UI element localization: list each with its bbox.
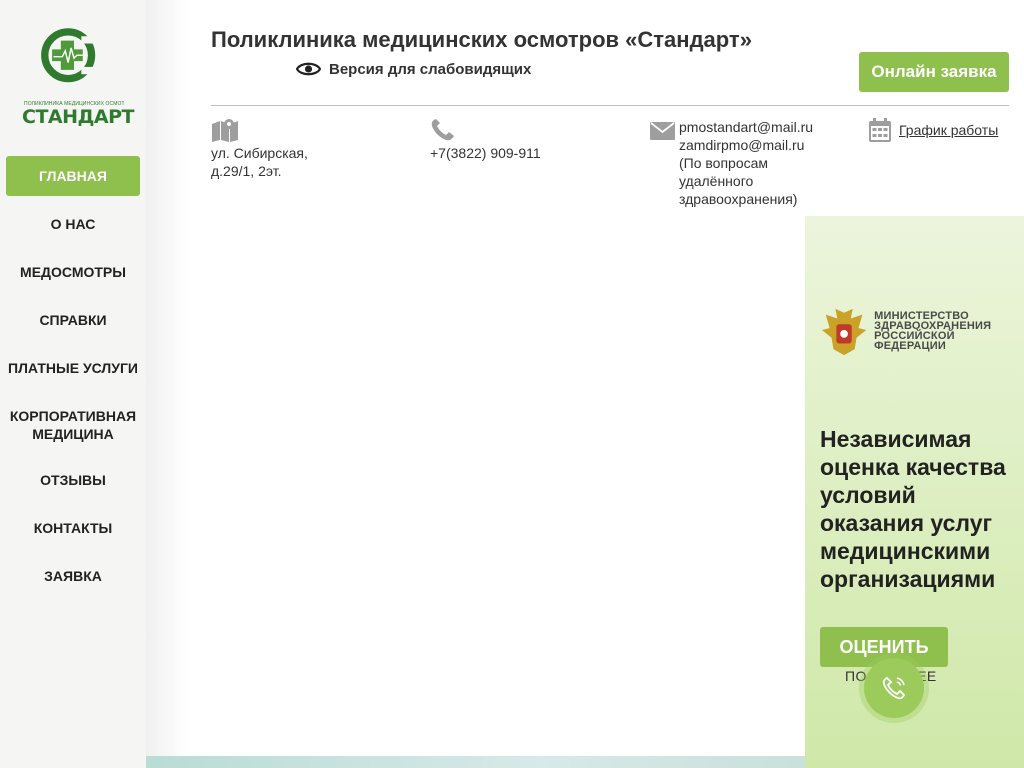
phone-number-link[interactable]: +7(3822) 909-911 <box>430 144 541 162</box>
schedule-block: График работы <box>869 118 998 142</box>
calendar-icon <box>869 118 891 142</box>
nav-item-medical-exams[interactable]: МЕДОСМОТРЫ <box>6 252 140 292</box>
nav-item-label: ОТЗЫВЫ <box>40 472 106 488</box>
nav-item-label: ПЛАТНЫЕ УСЛУГИ <box>8 360 138 376</box>
sidebar: ПОЛИКЛИНИКА МЕДИЦИНСКИХ ОСМОТРОВ СТАНДАР… <box>0 0 146 768</box>
nav-item-paid-services[interactable]: ПЛАТНЫЕ УСЛУГИ <box>6 348 140 388</box>
phone-call-icon <box>882 676 906 700</box>
nav-item-label: ГЛАВНАЯ <box>39 168 107 184</box>
eye-icon <box>296 62 321 76</box>
address-line-2: д.29/1, 2эт. <box>211 163 282 179</box>
low-vision-toggle[interactable]: Версия для слабовидящих <box>296 60 531 78</box>
nav-item-contacts[interactable]: КОНТАКТЫ <box>6 508 140 548</box>
ministry-logo[interactable]: МИНИСТЕРСТВО ЗДРАВООХРАНЕНИЯ РОССИЙСКОЙ … <box>820 304 1024 358</box>
hero-banner-edge <box>146 756 805 768</box>
address-line-1: ул. Сибирская, <box>211 145 308 161</box>
coat-of-arms-icon <box>821 308 867 356</box>
callback-button[interactable] <box>864 658 924 718</box>
page-title: Поликлиника медицинских осмотров «Станда… <box>211 27 752 52</box>
ministry-text: МИНИСТЕРСТВО ЗДРАВООХРАНЕНИЯ РОССИЙСКОЙ … <box>874 311 1024 352</box>
phone-icon <box>431 119 454 141</box>
nav-item-reviews[interactable]: ОТЗЫВЫ <box>6 460 140 500</box>
email-block: pmostandart@mail.ru zamdirpmo@mail.ru (П… <box>650 118 813 208</box>
email-link-2[interactable]: zamdirpmo@mail.ru <box>679 136 813 154</box>
map-icon <box>212 119 238 142</box>
nav-item-home[interactable]: ГЛАВНАЯ <box>6 156 140 196</box>
nav-item-label: ЗАЯВКА <box>44 568 102 584</box>
sidebar-shadow <box>146 0 190 768</box>
nav-item-request[interactable]: ЗАЯВКА <box>6 556 140 596</box>
schedule-link[interactable]: График работы <box>899 121 998 139</box>
nav-item-label: КОНТАКТЫ <box>33 520 113 536</box>
logo-name[interactable]: СТАНДАРТ <box>22 106 135 128</box>
nav-item-label: МЕДОСМОТРЫ <box>20 264 126 280</box>
nav-item-label: КОРПОРАТИВНАЯ МЕДИЦИНА <box>9 408 137 442</box>
nav-item-certificates[interactable]: СПРАВКИ <box>6 300 140 340</box>
header-divider <box>211 105 1009 106</box>
logo-icon[interactable] <box>22 26 126 102</box>
nav-item-corporate[interactable]: КОРПОРАТИВНАЯ МЕДИЦИНА <box>6 396 140 454</box>
ministry-line-3: РОССИЙСКОЙ ФЕДЕРАЦИИ <box>874 330 955 352</box>
panel-heading: Независимая оценка качества условий оказ… <box>820 426 1006 592</box>
email-link-1[interactable]: pmostandart@mail.ru <box>679 118 813 136</box>
envelope-icon <box>650 122 675 140</box>
online-request-button[interactable]: Онлайн заявка <box>859 52 1009 92</box>
email-note-line-2: удалённого <box>679 173 754 189</box>
email-note-line-1: (По вопросам <box>679 155 769 171</box>
address-block: ул. Сибирская, д.29/1, 2эт. <box>211 118 308 180</box>
nav-item-label: О НАС <box>50 216 96 232</box>
main-nav: ГЛАВНАЯ О НАС МЕДОСМОТРЫ СПРАВКИ ПЛАТНЫЕ… <box>6 156 140 596</box>
nav-item-about[interactable]: О НАС <box>6 204 140 244</box>
email-note-line-3: здравоохранения) <box>679 191 798 207</box>
nav-item-label: СПРАВКИ <box>39 312 107 328</box>
phone-block: +7(3822) 909-911 <box>430 118 541 162</box>
low-vision-label: Версия для слабовидящих <box>329 60 532 78</box>
